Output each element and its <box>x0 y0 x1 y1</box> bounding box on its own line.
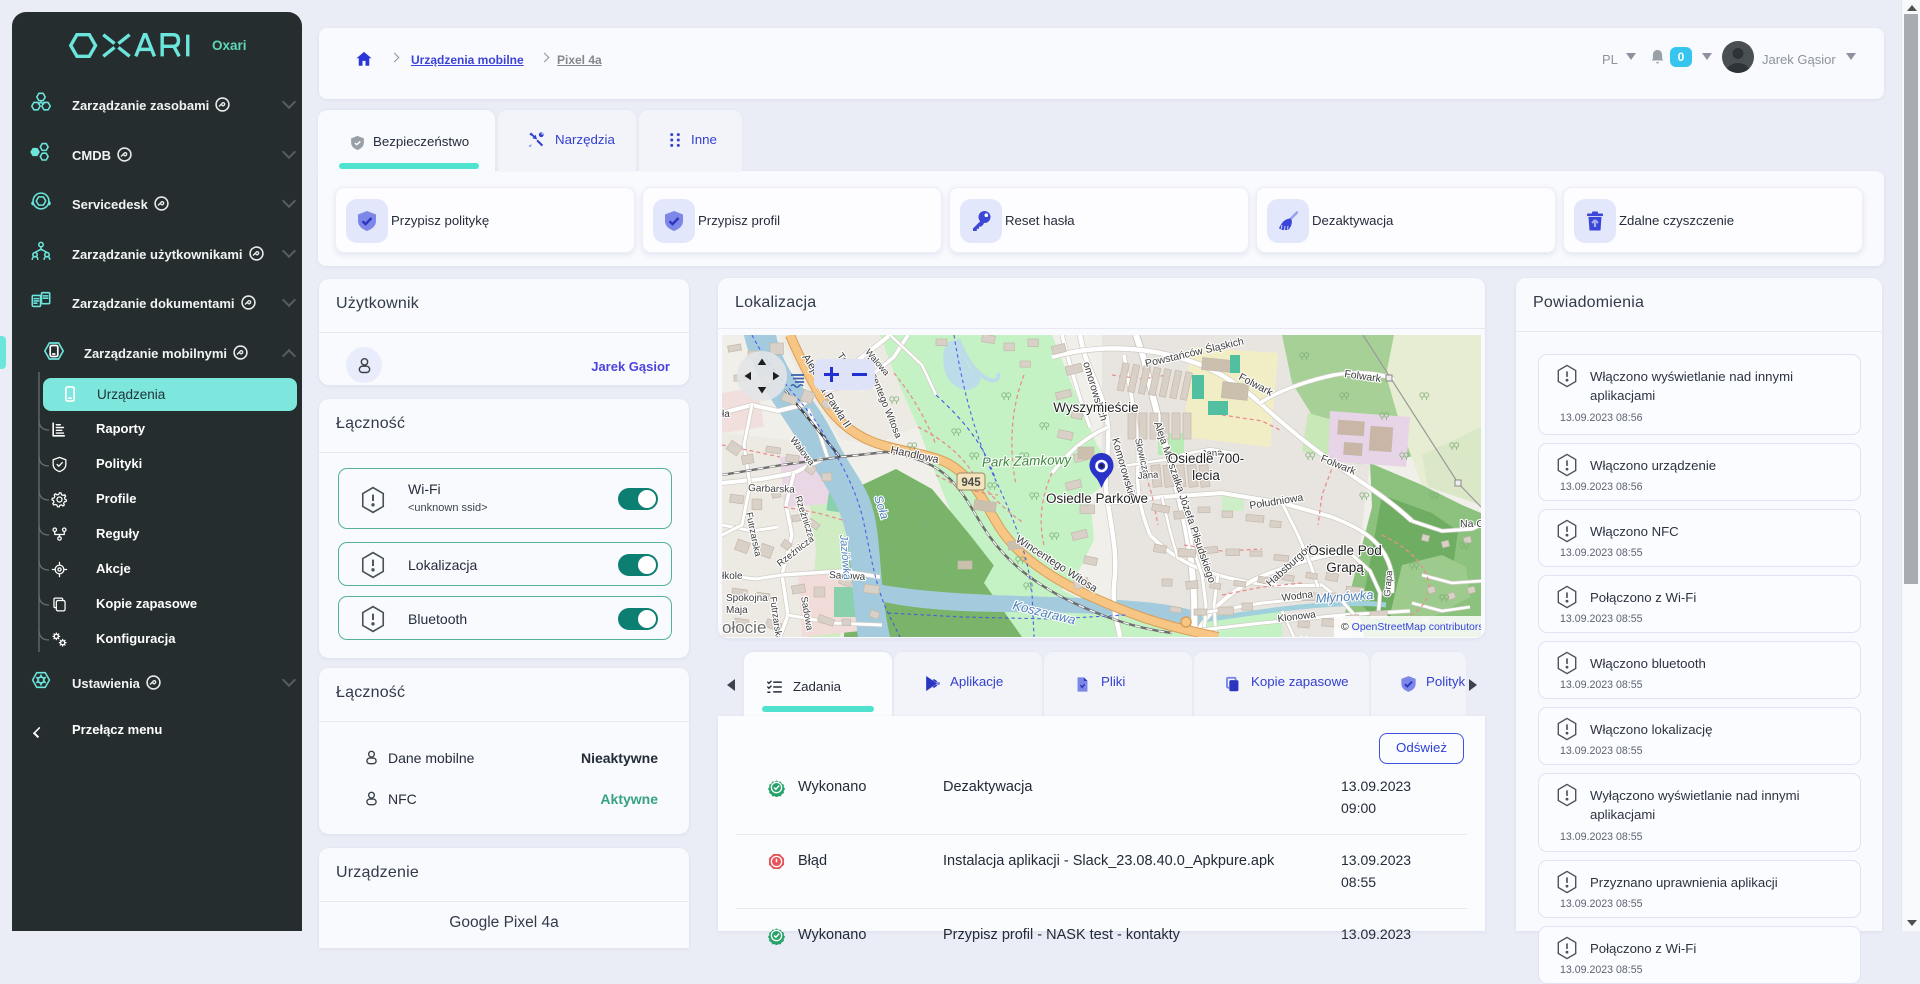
svg-text:Garbarska: Garbarska <box>748 483 795 496</box>
svg-text:ła: ła <box>722 409 730 420</box>
svg-text:lecia: lecia <box>1192 468 1220 483</box>
svg-text:ołocie: ołocie <box>722 618 766 637</box>
svg-text:Grapą: Grapą <box>1326 560 1364 575</box>
svg-text:Wyszymieście: Wyszymieście <box>1053 400 1138 415</box>
svg-text:Grapa: Grapa <box>1382 569 1395 597</box>
svg-text:Osiedle 700-: Osiedle 700- <box>1168 451 1245 466</box>
svg-text:Osiedle Parkowe: Osiedle Parkowe <box>1046 491 1148 506</box>
svg-text:© OpenStreetMap contributors: © OpenStreetMap contributors <box>1341 621 1481 633</box>
svg-text:Park Zamkowy: Park Zamkowy <box>982 452 1073 470</box>
svg-text:łkole: łkole <box>722 571 743 582</box>
svg-text:Osiedle Pod: Osiedle Pod <box>1308 543 1382 558</box>
svg-text:945: 945 <box>961 477 981 489</box>
svg-text:Spokojna: Spokojna <box>726 593 768 604</box>
svg-text:Jana: Jana <box>1137 470 1159 482</box>
svg-text:Na G: Na G <box>1460 518 1481 530</box>
svg-text:Maja: Maja <box>726 605 748 616</box>
